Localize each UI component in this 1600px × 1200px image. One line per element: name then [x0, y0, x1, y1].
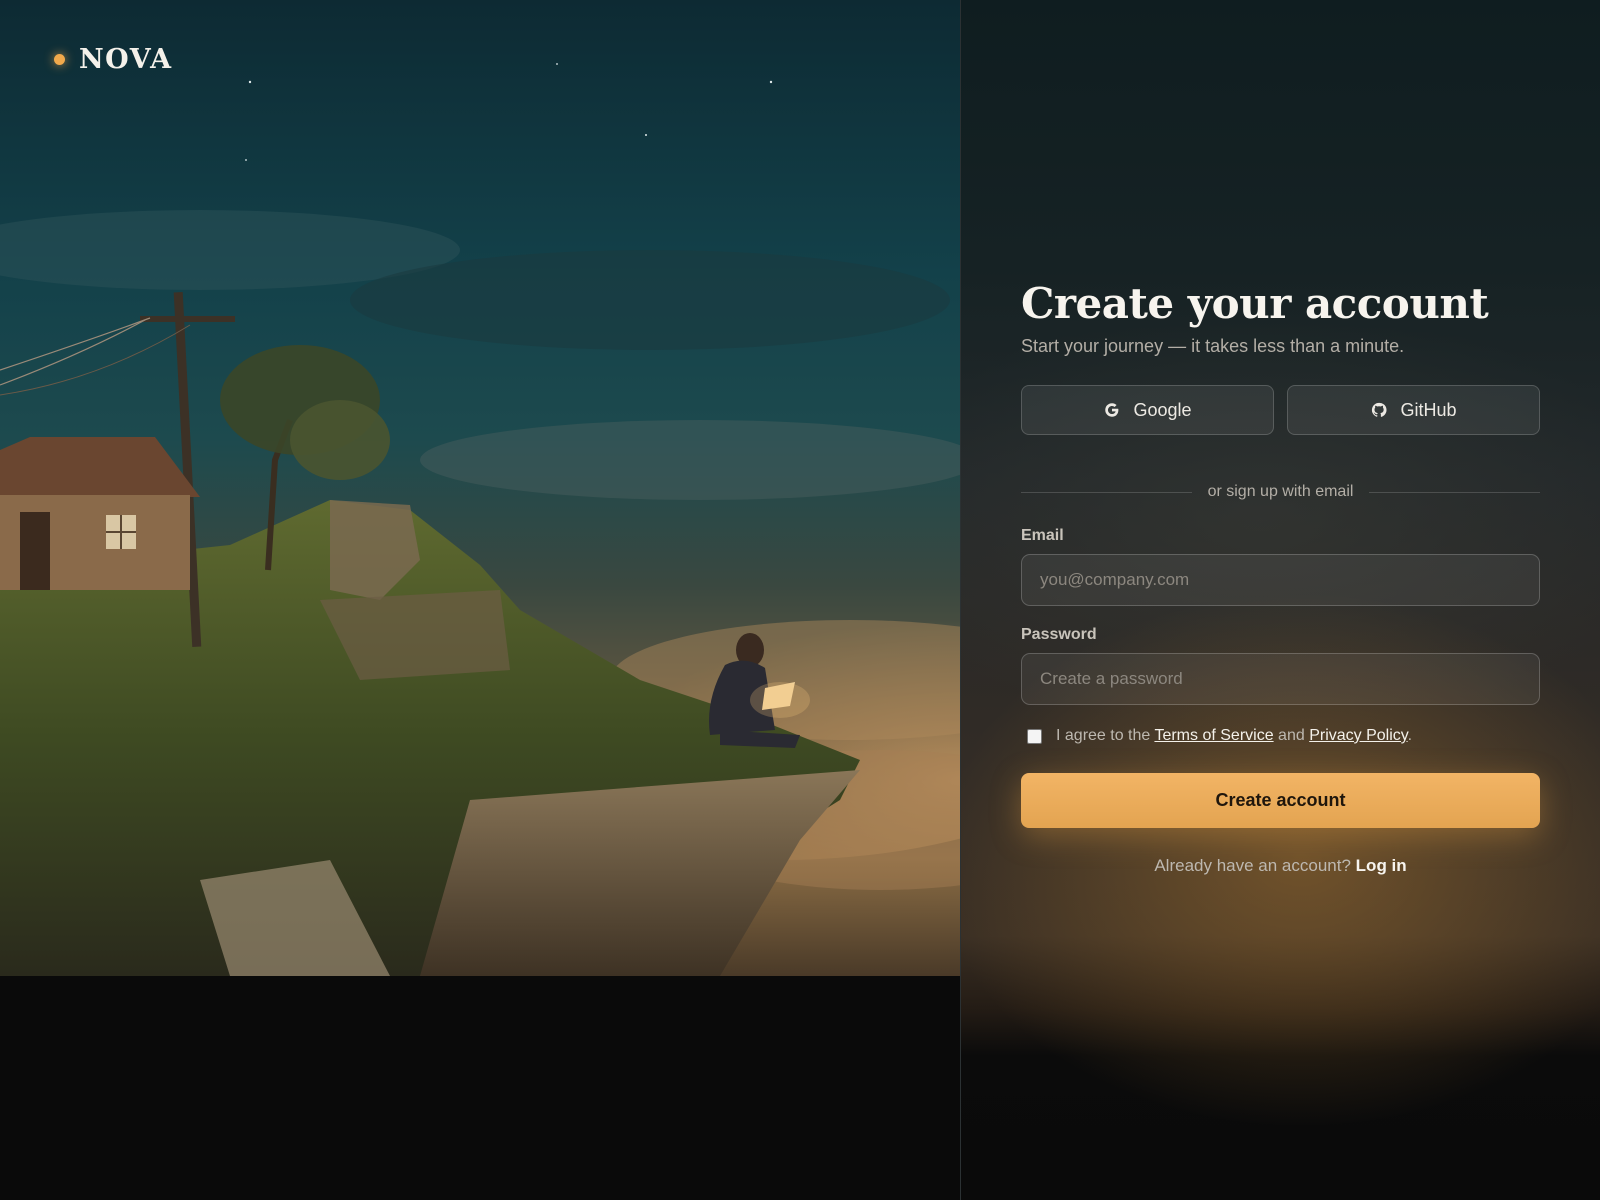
github-signup-button[interactable]: GitHub: [1287, 385, 1540, 435]
password-label: Password: [1021, 626, 1097, 643]
landscape-illustration: [0, 63, 960, 976]
terms-suffix: .: [1407, 727, 1413, 744]
email-label: Email: [1021, 527, 1064, 544]
divider-line-right: [1369, 491, 1540, 493]
page-title: Create your account: [1021, 279, 1489, 328]
google-label: Google: [1133, 399, 1192, 420]
terms-prefix: I agree to the: [1056, 727, 1151, 744]
terms-and: and: [1278, 727, 1305, 744]
google-icon: [1105, 403, 1119, 417]
brand-dot-icon: [54, 54, 65, 65]
email-divider: or sign up with email: [1021, 483, 1540, 501]
divider-text: or sign up with email: [1207, 483, 1354, 500]
terms-of-service-link[interactable]: Terms of Service: [1154, 727, 1273, 744]
page-subtitle: Start your journey — it takes less than …: [1021, 336, 1405, 356]
github-label: GitHub: [1400, 399, 1457, 420]
create-account-button[interactable]: Create account: [1021, 773, 1540, 828]
left-bottom-fill: [0, 976, 960, 1200]
oauth-buttons: Google GitHub: [1021, 385, 1540, 435]
brand-logo[interactable]: NOVA: [54, 44, 173, 75]
login-prompt-text: Already have an account?: [1154, 856, 1351, 875]
log-in-link[interactable]: Log in: [1356, 856, 1407, 875]
signup-page: NOVA Create your account Start your jour…: [0, 0, 1600, 1200]
signup-form: Create your account Start your journey —…: [1021, 276, 1540, 876]
privacy-policy-link[interactable]: Privacy Policy: [1309, 727, 1407, 744]
signup-panel: Create your account Start your journey —…: [961, 0, 1600, 1200]
terms-agreement: I agree to the Terms of Service and Priv…: [1021, 727, 1540, 745]
hero-image: NOVA: [0, 0, 960, 976]
terms-text: I agree to the Terms of Service and Priv…: [1056, 727, 1412, 745]
divider-line-left: [1021, 491, 1192, 493]
terms-checkbox[interactable]: [1027, 728, 1042, 744]
password-field[interactable]: [1021, 653, 1540, 705]
brand-name: NOVA: [79, 44, 173, 75]
login-prompt: Already have an account? Log in: [1021, 856, 1540, 876]
github-icon: [1372, 402, 1387, 417]
email-field[interactable]: [1021, 554, 1540, 606]
google-signup-button[interactable]: Google: [1021, 385, 1274, 435]
